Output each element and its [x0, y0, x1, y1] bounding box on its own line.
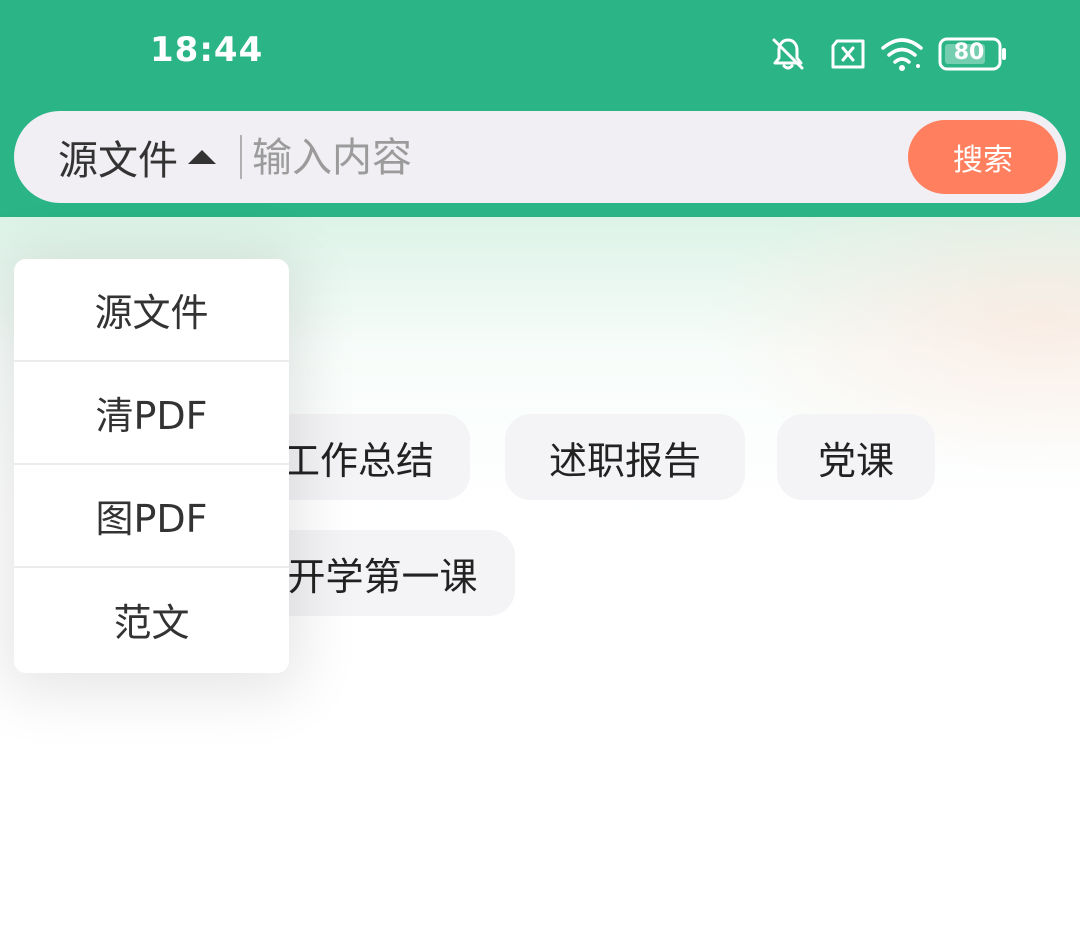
app-header: 18:44 80 源文件 输入内容 搜索: [0, 0, 1080, 217]
tag-chip-label: 述职报告: [548, 438, 701, 483]
bell-off-icon: [772, 38, 804, 70]
dropdown-item-clear-pdf[interactable]: 清PDF: [14, 362, 289, 465]
dropdown-item-source-file[interactable]: 源文件: [14, 259, 289, 362]
search-scope-label: 源文件: [58, 138, 178, 184]
search-input[interactable]: [250, 127, 894, 189]
no-sim-icon: [831, 39, 865, 69]
search-divider: [240, 135, 242, 179]
tag-chip-label: 开学第一课: [287, 554, 478, 599]
search-scope-selector[interactable]: 源文件: [58, 111, 216, 203]
tag-chip-label: 党课: [817, 438, 894, 483]
search-bar: 源文件 搜索: [14, 111, 1066, 203]
search-button[interactable]: 搜索: [908, 120, 1058, 194]
tag-chip-label: 工作总结: [281, 438, 434, 483]
battery-level: 80: [953, 40, 985, 65]
status-time: 18:44: [150, 30, 264, 70]
scope-dropdown-menu: 源文件 清PDF 图PDF 范文: [14, 259, 289, 673]
dropdown-item-image-pdf[interactable]: 图PDF: [14, 465, 289, 568]
tag-chip[interactable]: 党课: [777, 414, 935, 500]
caret-up-icon: [188, 150, 216, 164]
wifi-icon: [881, 38, 923, 71]
dropdown-item-sample-essay[interactable]: 范文: [14, 568, 289, 671]
tag-chip[interactable]: 述职报告: [505, 414, 745, 500]
